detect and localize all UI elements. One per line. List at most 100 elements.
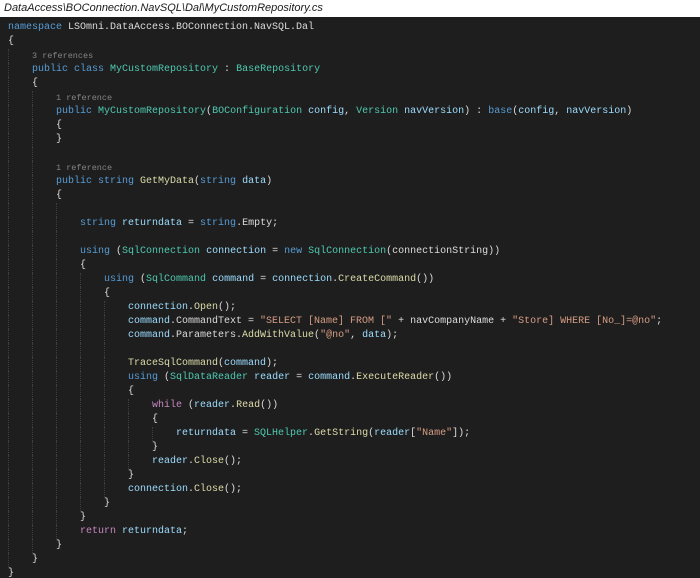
indent-guide (8, 63, 32, 77)
token-text: ]); (452, 428, 470, 439)
token-method: Read (236, 400, 260, 411)
code-line[interactable]: reader.Close(); (8, 455, 700, 469)
indent-guide (32, 497, 56, 511)
token-variable: connection (206, 246, 266, 257)
indent-guide (32, 511, 56, 525)
token-text: ()) (434, 372, 452, 383)
indent-guide (128, 455, 152, 469)
code-line[interactable]: returndata = SQLHelper.GetString(reader[… (8, 427, 700, 441)
indent-guide (104, 357, 128, 371)
token-variable: command (128, 330, 170, 341)
codelens-line[interactable]: 1 reference (8, 91, 700, 105)
code-line[interactable]: { (8, 413, 700, 427)
code-line[interactable]: { (8, 119, 700, 133)
token-method: GetString (314, 428, 368, 439)
token-text: } (80, 512, 86, 523)
token-text: ) (626, 106, 632, 117)
code-line[interactable]: { (8, 77, 700, 91)
indent-guide (32, 217, 56, 231)
indent-guide (80, 385, 104, 399)
code-line[interactable]: using (SqlCommand command = connection.C… (8, 273, 700, 287)
blank-line[interactable] (8, 343, 700, 357)
indent-guide (56, 231, 80, 245)
code-line[interactable]: command.Parameters.AddWithValue("@no", d… (8, 329, 700, 343)
indent-guide (80, 441, 104, 455)
code-line[interactable]: public class MyCustomRepository : BaseRe… (8, 63, 700, 77)
indent-guide (32, 259, 56, 273)
token-variable: config (518, 106, 554, 117)
code-line[interactable]: } (8, 553, 700, 567)
token-type: SqlDataReader (170, 372, 248, 383)
code-line[interactable]: namespace LSOmni.DataAccess.BOConnection… (8, 21, 700, 35)
indent-guide (80, 483, 104, 497)
code-line[interactable]: { (8, 385, 700, 399)
token-text: ) (266, 176, 272, 187)
token-variable: connection (272, 274, 332, 285)
code-line[interactable]: public MyCustomRepository(BOConfiguratio… (8, 105, 700, 119)
token-text: ) : (464, 106, 488, 117)
token-text: .CommandText = (170, 316, 260, 327)
blank-line[interactable] (8, 147, 700, 161)
code-line[interactable]: } (8, 133, 700, 147)
indent-guide (32, 483, 56, 497)
token-text: ( (158, 372, 170, 383)
token-text: : (218, 64, 236, 75)
code-line[interactable]: connection.Close(); (8, 483, 700, 497)
token-type: MyCustomRepository (110, 64, 218, 75)
token-variable: command (224, 358, 266, 369)
code-line[interactable]: } (8, 441, 700, 455)
indent-guide (80, 427, 104, 441)
indent-guide (8, 343, 32, 357)
codelens-line[interactable]: 1 reference (8, 161, 700, 175)
indent-guide (8, 133, 32, 147)
code-line[interactable]: public string GetMyData(string data) (8, 175, 700, 189)
code-line[interactable]: } (8, 469, 700, 483)
indent-guide (8, 161, 32, 175)
code-line[interactable]: command.CommandText = "SELECT [Name] FRO… (8, 315, 700, 329)
indent-guide (8, 231, 32, 245)
token-keyword: public string (56, 176, 140, 187)
codelens-line[interactable]: 3 references (8, 49, 700, 63)
code-line[interactable]: using (SqlConnection connection = new Sq… (8, 245, 700, 259)
code-line[interactable]: } (8, 497, 700, 511)
indent-guide (56, 399, 80, 413)
indent-guide (8, 413, 32, 427)
code-line[interactable]: } (8, 511, 700, 525)
blank-line[interactable] (8, 231, 700, 245)
code-editor[interactable]: namespace LSOmni.DataAccess.BOConnection… (0, 17, 700, 578)
code-line[interactable]: connection.Open(); (8, 301, 700, 315)
token-keyword: public (56, 106, 98, 117)
code-line[interactable]: TraceSqlCommand(command); (8, 357, 700, 371)
code-line[interactable]: { (8, 189, 700, 203)
indent-guide (128, 413, 152, 427)
token-text: ; (656, 316, 662, 327)
blank-line[interactable] (8, 203, 700, 217)
token-text: { (56, 120, 62, 131)
indent-guide (56, 203, 80, 217)
indent-guide (80, 329, 104, 343)
code-line[interactable]: { (8, 259, 700, 273)
token-text: { (56, 190, 62, 201)
code-line[interactable]: { (8, 287, 700, 301)
code-line[interactable]: string returndata = string.Empty; (8, 217, 700, 231)
indent-guide (80, 371, 104, 385)
indent-guide (80, 497, 104, 511)
code-line[interactable]: } (8, 539, 700, 553)
indent-guide (32, 147, 56, 161)
token-text: = (254, 274, 272, 285)
indent-guide (56, 301, 80, 315)
code-line[interactable]: { (8, 35, 700, 49)
token-variable: reader (254, 372, 290, 383)
code-line[interactable]: while (reader.Read()) (8, 399, 700, 413)
indent-guide (8, 483, 32, 497)
token-type: SQLHelper (254, 428, 308, 439)
indent-guide (56, 469, 80, 483)
code-line[interactable]: } (8, 567, 700, 578)
indent-guide (56, 315, 80, 329)
code-line[interactable]: return returndata; (8, 525, 700, 539)
indent-guide (104, 329, 128, 343)
indent-guide (80, 399, 104, 413)
indent-guide (104, 483, 128, 497)
code-line[interactable]: using (SqlDataReader reader = command.Ex… (8, 371, 700, 385)
indent-guide (56, 455, 80, 469)
